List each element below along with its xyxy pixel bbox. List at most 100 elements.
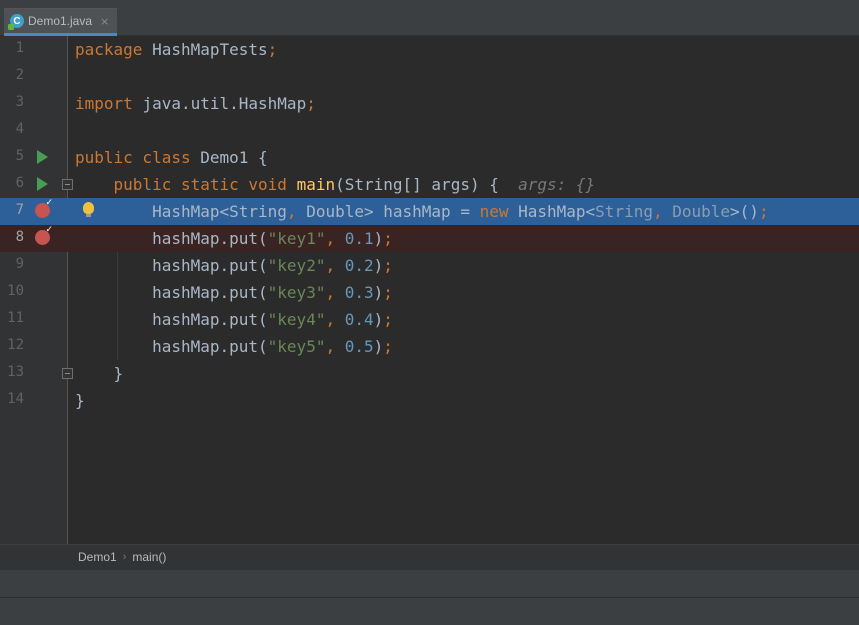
line-number[interactable]: 3 <box>0 94 24 110</box>
code-token: package <box>75 40 153 59</box>
code-token: , <box>652 202 673 221</box>
code-token: "key2" <box>267 256 326 275</box>
line-number[interactable]: 11 <box>0 310 24 326</box>
code-token: , <box>286 202 307 221</box>
code-token: ; <box>383 337 393 356</box>
code-text: hashMap.put("key2", 0.2); <box>75 256 393 276</box>
line-number[interactable]: 13 <box>0 364 24 380</box>
code-token: >() <box>730 202 759 221</box>
line-number[interactable]: 9 <box>0 256 24 272</box>
code-token: String <box>595 202 653 221</box>
code-line[interactable]: 2 <box>0 63 859 90</box>
run-gutter-icon[interactable] <box>35 149 51 165</box>
code-token: ; <box>267 40 278 59</box>
code-token: public static void <box>113 175 297 194</box>
breadcrumb-class[interactable]: Demo1 <box>78 550 117 564</box>
code-token: HashMapTests <box>152 40 268 59</box>
code-token: 0.4 <box>344 310 374 329</box>
breadcrumb: Demo1 › main() <box>0 544 859 569</box>
code-token: ) <box>373 337 384 356</box>
code-token: ) <box>373 229 384 248</box>
line-number[interactable]: 2 <box>0 67 24 83</box>
code-token: ; <box>383 310 393 329</box>
line-number[interactable]: 14 <box>0 391 24 407</box>
code-text: hashMap.put("key1", 0.1); <box>75 229 393 249</box>
code-token: hashMap.put( <box>75 229 268 248</box>
breadcrumb-method[interactable]: main() <box>132 550 166 564</box>
parameter-hint: args: {} <box>518 175 596 194</box>
breakpoint-icon[interactable] <box>35 198 53 219</box>
code-line[interactable]: 10 hashMap.put("key3", 0.3); <box>0 279 859 306</box>
editor-tab-bar: C Demo1.java × <box>0 0 859 36</box>
code-token: "key3" <box>267 283 326 302</box>
code-line[interactable]: 4 <box>0 117 859 144</box>
fold-icon[interactable] <box>62 179 73 190</box>
code-editor[interactable]: 1 package HashMapTests; 2 3 import java.util… <box>0 36 859 544</box>
code-line[interactable]: 7 HashMap<String, Double> hashMap = new … <box>0 198 859 225</box>
code-text: import java.util.HashMap; <box>75 94 316 114</box>
code-line[interactable]: 12 hashMap.put("key5", 0.5); <box>0 333 859 360</box>
code-token: ; <box>383 283 393 302</box>
code-token: "key1" <box>267 229 326 248</box>
code-line[interactable]: 1 package HashMapTests; <box>0 36 859 63</box>
code-token: Demo1 { <box>200 148 268 167</box>
code-token: , <box>325 229 345 248</box>
breakpoint-icon[interactable] <box>35 225 53 246</box>
code-token: "key5" <box>267 337 326 356</box>
code-token: 0.5 <box>344 337 374 356</box>
line-number[interactable]: 4 <box>0 121 24 137</box>
code-line[interactable]: 3 import java.util.HashMap; <box>0 90 859 117</box>
fold-icon[interactable] <box>62 368 73 379</box>
run-gutter-icon[interactable] <box>35 176 51 192</box>
code-line[interactable]: 6 public static void main(String[] args)… <box>0 171 859 198</box>
code-token: ) <box>373 283 384 302</box>
line-number[interactable]: 5 <box>0 148 24 164</box>
code-text: package HashMapTests; <box>75 40 277 60</box>
code-token: ) <box>373 256 384 275</box>
code-token: hashMap.put( <box>75 310 268 329</box>
code-token: , <box>325 283 345 302</box>
code-text: public class Demo1 { <box>75 148 268 168</box>
code-line[interactable]: 11 hashMap.put("key4", 0.4); <box>0 306 859 333</box>
line-number[interactable]: 8 <box>0 229 24 245</box>
code-line[interactable]: 8 hashMap.put("key1", 0.1); <box>0 225 859 252</box>
code-token: ; <box>383 256 393 275</box>
code-token: HashMap<String <box>75 202 287 221</box>
code-text: HashMap<String, Double> hashMap = new Ha… <box>75 202 769 222</box>
code-token: hashMap.put( <box>75 283 268 302</box>
code-token: hashMap.put( <box>75 337 268 356</box>
code-text: hashMap.put("key4", 0.4); <box>75 310 393 330</box>
code-token: hashMap.put( <box>75 256 268 275</box>
status-bar <box>0 597 859 625</box>
code-token: ; <box>306 94 316 113</box>
line-number[interactable]: 10 <box>0 283 24 299</box>
java-class-icon: C <box>8 14 24 30</box>
breadcrumb-separator: › <box>122 551 127 563</box>
tab-label: Demo1.java <box>28 14 93 28</box>
code-text: } <box>75 364 124 384</box>
close-tab-icon[interactable]: × <box>100 15 109 28</box>
line-number[interactable]: 7 <box>0 202 24 218</box>
tool-window-bar <box>0 569 859 597</box>
line-number[interactable]: 1 <box>0 40 24 56</box>
code-token: 0.1 <box>344 229 374 248</box>
code-text: } <box>75 391 85 411</box>
tab-demo1-java[interactable]: C Demo1.java × <box>4 8 118 36</box>
code-token: 0.3 <box>344 283 374 302</box>
line-number[interactable]: 12 <box>0 337 24 353</box>
code-token: import <box>75 94 143 113</box>
line-number[interactable]: 6 <box>0 175 24 191</box>
code-lines: 1 package HashMapTests; 2 3 import java.util… <box>0 36 859 414</box>
code-token: new <box>479 202 519 221</box>
code-token: public class <box>75 148 201 167</box>
code-token: main <box>296 175 336 194</box>
code-token: ; <box>383 229 393 248</box>
code-line[interactable]: 13 } <box>0 360 859 387</box>
code-token: , <box>325 337 345 356</box>
code-line[interactable]: 14} <box>0 387 859 414</box>
code-token: java.util.HashMap <box>142 94 307 113</box>
code-token: "key4" <box>267 310 326 329</box>
code-line[interactable]: 9 hashMap.put("key2", 0.2); <box>0 252 859 279</box>
code-line[interactable]: 5 public class Demo1 { <box>0 144 859 171</box>
